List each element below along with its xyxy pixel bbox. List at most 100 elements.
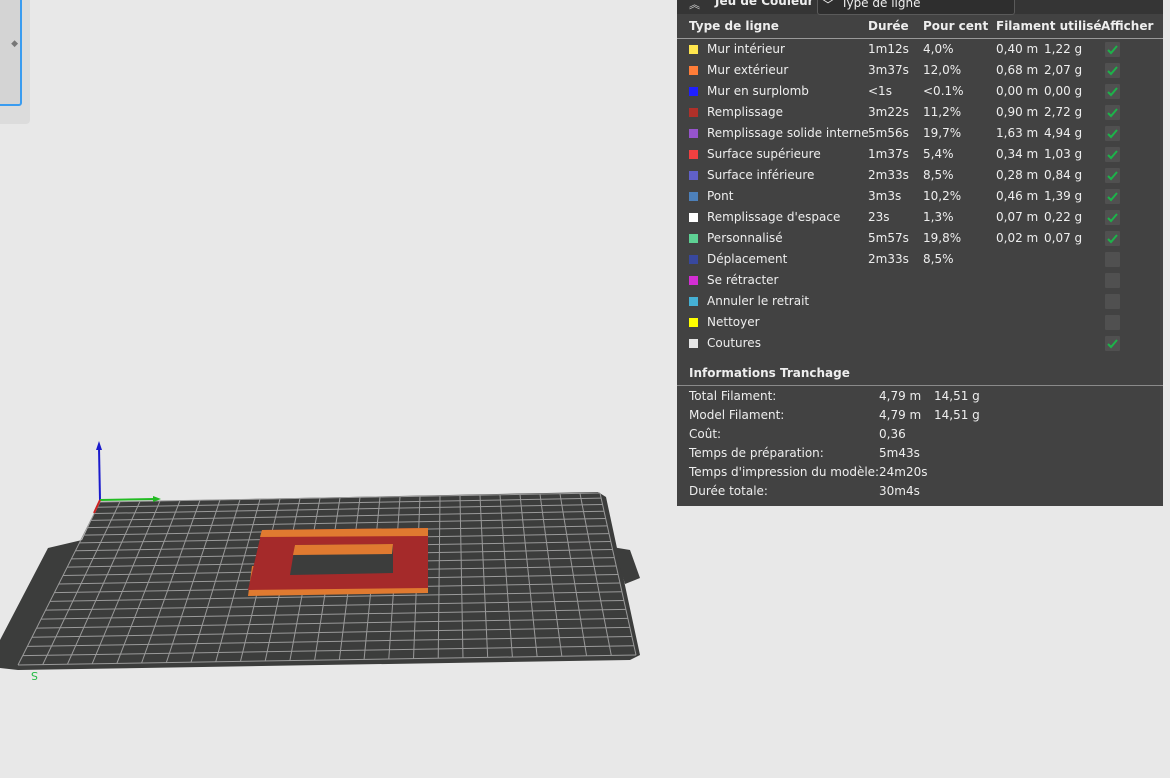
legend-row: Mur intérieur 1m12s 4,0% 0,40 m 1,22 g — [677, 39, 1163, 60]
line-type-duration: 23s — [868, 210, 890, 224]
show-checkbox[interactable] — [1105, 336, 1120, 351]
color-swatch — [689, 297, 698, 306]
line-type-meters: 0,40 m — [996, 42, 1039, 56]
line-type-percent: 8,5% — [923, 168, 954, 182]
line-type-duration: 2m33s — [868, 252, 909, 266]
z-axis-arrow — [96, 441, 102, 450]
color-swatch — [689, 192, 698, 201]
line-type-meters: 1,63 m — [996, 126, 1039, 140]
legend-row: Annuler le retrait — [677, 291, 1163, 312]
color-scheme-value: Type de ligne — [841, 0, 921, 10]
line-type-name: Coutures — [707, 336, 761, 350]
slice-info-title: Informations Tranchage — [689, 366, 850, 380]
color-swatch — [689, 129, 698, 138]
line-type-meters: 0,07 m — [996, 210, 1039, 224]
line-type-name: Mur en surplomb — [707, 84, 809, 98]
legend-row: Remplissage d'espace 23s 1,3% 0,07 m 0,2… — [677, 207, 1163, 228]
show-checkbox[interactable] — [1105, 126, 1120, 141]
line-type-meters: 0,00 m — [996, 84, 1039, 98]
model-inner-wall — [293, 544, 393, 555]
legend-row: Nettoyer — [677, 312, 1163, 333]
color-scheme-bar: ︽ Jeu de Couleur ﹀ Type de ligne — [677, 0, 1163, 15]
line-type-percent: 11,2% — [923, 105, 962, 119]
bed-origin-label: S — [31, 669, 38, 682]
check-icon — [1107, 234, 1118, 244]
show-checkbox[interactable] — [1105, 105, 1120, 120]
line-type-duration: 1m12s — [868, 42, 909, 56]
legend-row: Personnalisé 5m57s 19,8% 0,02 m 0,07 g — [677, 228, 1163, 249]
color-swatch — [689, 213, 698, 222]
line-type-meters: 0,90 m — [996, 105, 1039, 119]
show-checkbox[interactable] — [1105, 210, 1120, 225]
line-type-duration: 3m3s — [868, 189, 902, 203]
show-checkbox[interactable] — [1105, 42, 1120, 57]
line-type-name: Se rétracter — [707, 273, 779, 287]
line-type-grams: 0,84 g — [1044, 168, 1083, 182]
show-checkbox[interactable] — [1105, 273, 1120, 288]
legend-row: Coutures — [677, 333, 1163, 354]
legend-row: Remplissage solide interne 5m56s 19,7% 1… — [677, 123, 1163, 144]
line-type-percent: 19,8% — [923, 231, 962, 245]
check-icon — [1107, 192, 1118, 202]
color-swatch — [689, 234, 698, 243]
legend-row: Pont 3m3s 10,2% 0,46 m 1,39 g — [677, 186, 1163, 207]
header-show: Afficher — [1101, 19, 1154, 33]
color-swatch — [689, 66, 698, 75]
line-type-percent: 5,4% — [923, 147, 954, 161]
slice-info-row: Coût: 0,36 — [677, 425, 1163, 444]
show-checkbox[interactable] — [1105, 84, 1120, 99]
show-checkbox[interactable] — [1105, 147, 1120, 162]
check-icon — [1107, 171, 1118, 181]
line-type-name: Personnalisé — [707, 231, 783, 245]
line-type-grams: 1,22 g — [1044, 42, 1083, 56]
line-type-percent: 8,5% — [923, 252, 954, 266]
slice-info-label: Total Filament: — [689, 389, 777, 403]
show-checkbox[interactable] — [1105, 168, 1120, 183]
legend-row: Se rétracter — [677, 270, 1163, 291]
double-chevron-up-icon[interactable]: ︽ — [689, 0, 700, 12]
color-swatch — [689, 255, 698, 264]
3d-viewport[interactable]: S — [0, 0, 677, 778]
slice-info-value: 0,36 — [879, 427, 906, 441]
color-swatch — [689, 150, 698, 159]
line-type-duration: 3m22s — [868, 105, 909, 119]
line-type-duration: 5m57s — [868, 231, 909, 245]
z-axis — [98, 447, 101, 501]
color-swatch — [689, 87, 698, 96]
show-checkbox[interactable] — [1105, 231, 1120, 246]
line-type-meters: 0,68 m — [996, 63, 1039, 77]
line-type-name: Surface inférieure — [707, 168, 815, 182]
show-checkbox[interactable] — [1105, 252, 1120, 267]
show-checkbox[interactable] — [1105, 294, 1120, 309]
line-type-duration: 3m37s — [868, 63, 909, 77]
line-type-duration: 5m56s — [868, 126, 909, 140]
check-icon — [1107, 66, 1118, 76]
legend-row: Remplissage 3m22s 11,2% 0,90 m 2,72 g — [677, 102, 1163, 123]
slice-info-value: 4,79 m — [879, 389, 922, 403]
color-scheme-title: Jeu de Couleur — [715, 0, 814, 8]
line-type-name: Mur intérieur — [707, 42, 785, 56]
line-type-percent: 19,7% — [923, 126, 962, 140]
show-checkbox[interactable] — [1105, 315, 1120, 330]
check-icon — [1107, 45, 1118, 55]
line-type-percent: 10,2% — [923, 189, 962, 203]
line-type-name: Nettoyer — [707, 315, 760, 329]
color-swatch — [689, 276, 698, 285]
line-type-meters: 0,28 m — [996, 168, 1039, 182]
check-icon — [1107, 108, 1118, 118]
printed-model[interactable] — [248, 528, 428, 596]
legend-row: Surface inférieure 2m33s 8,5% 0,28 m 0,8… — [677, 165, 1163, 186]
line-type-grams: 0,22 g — [1044, 210, 1083, 224]
slice-info-label: Coût: — [689, 427, 722, 441]
show-checkbox[interactable] — [1105, 63, 1120, 78]
show-checkbox[interactable] — [1105, 189, 1120, 204]
legend-row: Surface supérieure 1m37s 5,4% 0,34 m 1,0… — [677, 144, 1163, 165]
line-type-grams: 0,07 g — [1044, 231, 1083, 245]
legend-panel: ︽ Jeu de Couleur ﹀ Type de ligne Type de… — [677, 0, 1163, 506]
slice-info-row: Durée totale: 30m4s — [677, 482, 1163, 501]
slice-info-row: Model Filament: 4,79 m 14,51 g — [677, 406, 1163, 425]
line-type-duration: 2m33s — [868, 168, 909, 182]
color-swatch — [689, 45, 698, 54]
slice-info-label: Temps d'impression du modèle: — [689, 465, 880, 479]
color-scheme-select[interactable]: ﹀ Type de ligne — [817, 0, 1015, 15]
